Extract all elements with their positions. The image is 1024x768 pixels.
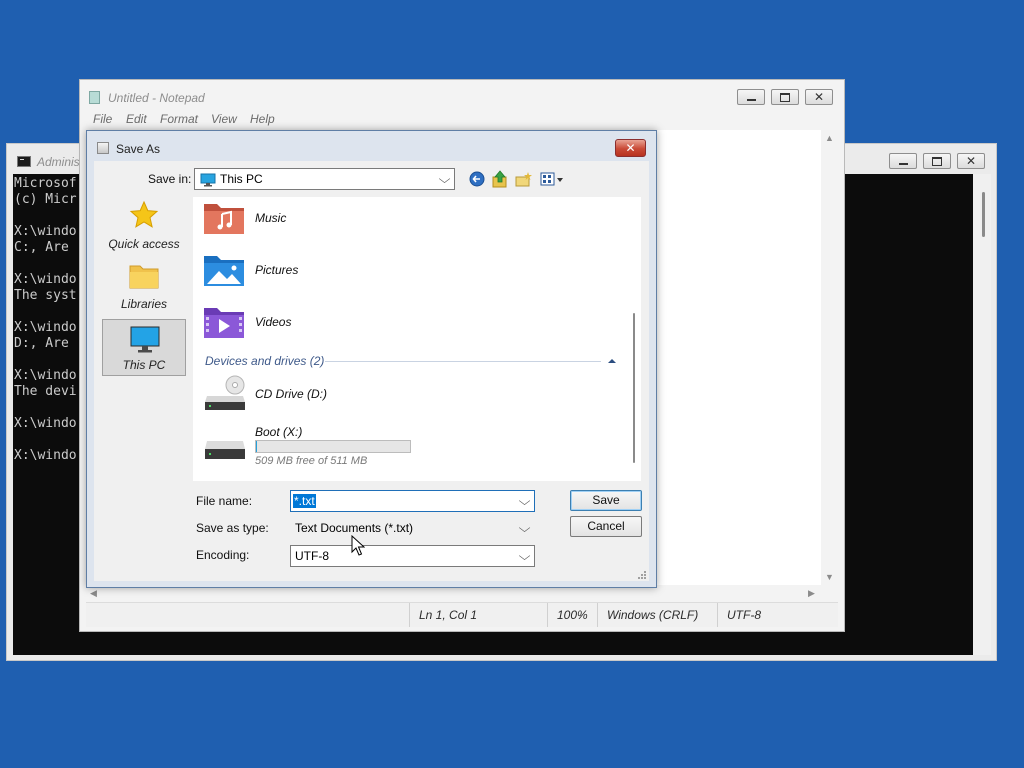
- place-label: Quick access: [108, 237, 180, 251]
- folder-label: Music: [255, 211, 287, 225]
- console-scrollbar[interactable]: [973, 174, 991, 655]
- status-encoding: UTF-8: [717, 603, 838, 627]
- folder-view-scroll-thumb[interactable]: [633, 313, 635, 463]
- drive-item-boot[interactable]: Boot (X:) 509 MB free of 511 MB: [201, 425, 461, 473]
- new-folder-icon[interactable]: [515, 171, 532, 187]
- place-libraries[interactable]: Libraries: [102, 257, 186, 315]
- save-as-dialog[interactable]: Save As ✕ Save in: This PC ⌵ Quick acces…: [86, 130, 657, 588]
- this-pc-small-icon: [200, 173, 216, 187]
- close-icon: ✕: [813, 90, 825, 104]
- mouse-cursor-icon: [351, 535, 365, 556]
- folder-item-videos[interactable]: Videos: [201, 305, 401, 341]
- status-zoom: 100%: [547, 603, 597, 627]
- drive-label: Boot (X:): [255, 425, 303, 439]
- back-arrow-icon[interactable]: [469, 171, 485, 187]
- chevron-down-icon: ⌵: [438, 172, 451, 186]
- save-button[interactable]: Save: [570, 490, 642, 511]
- console-close-button[interactable]: ✕: [957, 153, 985, 169]
- folder-label: Pictures: [255, 263, 299, 277]
- menu-format[interactable]: Format: [160, 112, 198, 126]
- place-label: Libraries: [120, 297, 168, 311]
- console-maximize-button[interactable]: [923, 153, 951, 169]
- status-cursor-position: Ln 1, Col 1: [409, 603, 547, 627]
- menu-view[interactable]: View: [211, 112, 237, 126]
- dialog-title: Save As: [116, 142, 161, 156]
- save-as-type-value: Text Documents (*.txt): [295, 521, 414, 535]
- drive-usage-fill: [256, 441, 257, 452]
- notepad-title: Untitled - Notepad: [108, 91, 205, 105]
- chevron-down-icon: ⌵: [518, 521, 531, 535]
- file-name-label: File name:: [196, 494, 253, 508]
- drive-item-cd[interactable]: CD Drive (D:): [201, 375, 461, 413]
- music-folder-icon: [204, 204, 244, 234]
- menu-file[interactable]: File: [93, 112, 112, 126]
- collapse-chevron-icon[interactable]: [607, 357, 617, 365]
- console-scroll-thumb[interactable]: [982, 192, 985, 237]
- star-icon: [129, 200, 159, 228]
- console-icon: [17, 156, 31, 167]
- folder-label: Videos: [255, 315, 292, 329]
- pictures-folder-icon: [204, 256, 244, 286]
- monitor-icon: [130, 326, 160, 353]
- save-as-type-label: Save as type:: [196, 521, 269, 535]
- console-minimize-button[interactable]: [889, 153, 917, 169]
- place-this-pc[interactable]: This PC: [102, 319, 186, 376]
- encoding-value: UTF-8: [295, 549, 329, 563]
- hard-drive-icon: [205, 441, 245, 459]
- resize-grip-icon[interactable]: [636, 569, 646, 579]
- notepad-maximize-button[interactable]: [771, 89, 799, 105]
- minimize-icon: [898, 162, 908, 165]
- group-divider: [325, 361, 601, 362]
- folder-item-pictures[interactable]: Pictures: [201, 253, 401, 289]
- scroll-down-arrow-icon[interactable]: ▼: [825, 572, 834, 582]
- videos-folder-icon: [204, 308, 244, 338]
- folder-view-scrollbar[interactable]: [627, 197, 641, 481]
- notepad-status-bar: Ln 1, Col 1 100% Windows (CRLF) UTF-8: [86, 602, 838, 627]
- console-title: Adminis: [37, 155, 80, 169]
- maximize-icon: [932, 156, 942, 166]
- chevron-down-icon[interactable]: ⌵: [519, 494, 531, 509]
- menu-help[interactable]: Help: [250, 112, 275, 126]
- dialog-close-button[interactable]: ✕: [615, 139, 646, 157]
- notepad-close-button[interactable]: ✕: [805, 89, 833, 105]
- drive-label: CD Drive (D:): [255, 387, 327, 401]
- notepad-minimize-button[interactable]: [737, 89, 765, 105]
- dialog-client-area: Save in: This PC ⌵ Quick access Librarie…: [94, 161, 649, 581]
- place-label: This PC: [122, 358, 166, 372]
- place-quick-access[interactable]: Quick access: [102, 197, 186, 255]
- minimize-icon: [746, 98, 756, 101]
- notepad-icon: [89, 91, 100, 104]
- encoding-label: Encoding:: [196, 548, 250, 562]
- notepad-menu-bar: File Edit Format View Help: [80, 110, 844, 130]
- file-name-input[interactable]: *.txt ⌵: [290, 490, 535, 512]
- menu-edit[interactable]: Edit: [126, 112, 147, 126]
- close-icon: ✕: [965, 154, 977, 168]
- up-folder-icon[interactable]: [492, 170, 508, 188]
- save-in-label: Save in:: [148, 172, 192, 186]
- drive-usage-bar: [255, 440, 411, 453]
- save-as-type-dropdown[interactable]: Text Documents (*.txt) ⌵: [290, 517, 535, 539]
- save-in-value: This PC: [220, 172, 263, 186]
- encoding-dropdown[interactable]: UTF-8 ⌵: [290, 545, 535, 567]
- scroll-left-arrow-icon[interactable]: ◀: [90, 588, 97, 599]
- notepad-vertical-scrollbar[interactable]: ▲ ▼: [821, 130, 838, 585]
- folder-item-music[interactable]: Music: [201, 201, 401, 237]
- chevron-down-icon: ⌵: [518, 549, 531, 563]
- dialog-icon: [97, 142, 109, 154]
- view-menu-icon[interactable]: [540, 171, 564, 187]
- cd-drive-icon: [205, 375, 245, 410]
- scroll-up-arrow-icon[interactable]: ▲: [825, 133, 834, 143]
- drive-free-space: 509 MB free of 511 MB: [255, 455, 368, 467]
- folder-icon: [129, 265, 159, 289]
- save-in-dropdown[interactable]: This PC ⌵: [194, 168, 455, 190]
- cancel-button[interactable]: Cancel: [570, 516, 642, 537]
- maximize-icon: [780, 92, 790, 102]
- status-line-ending: Windows (CRLF): [597, 603, 717, 627]
- file-name-selected-text: *.txt: [293, 494, 316, 508]
- devices-group-header: Devices and drives (2): [205, 354, 325, 368]
- scroll-right-arrow-icon[interactable]: ▶: [808, 588, 815, 599]
- folder-view[interactable]: Music Pictures Videos Devices and drives…: [193, 197, 627, 481]
